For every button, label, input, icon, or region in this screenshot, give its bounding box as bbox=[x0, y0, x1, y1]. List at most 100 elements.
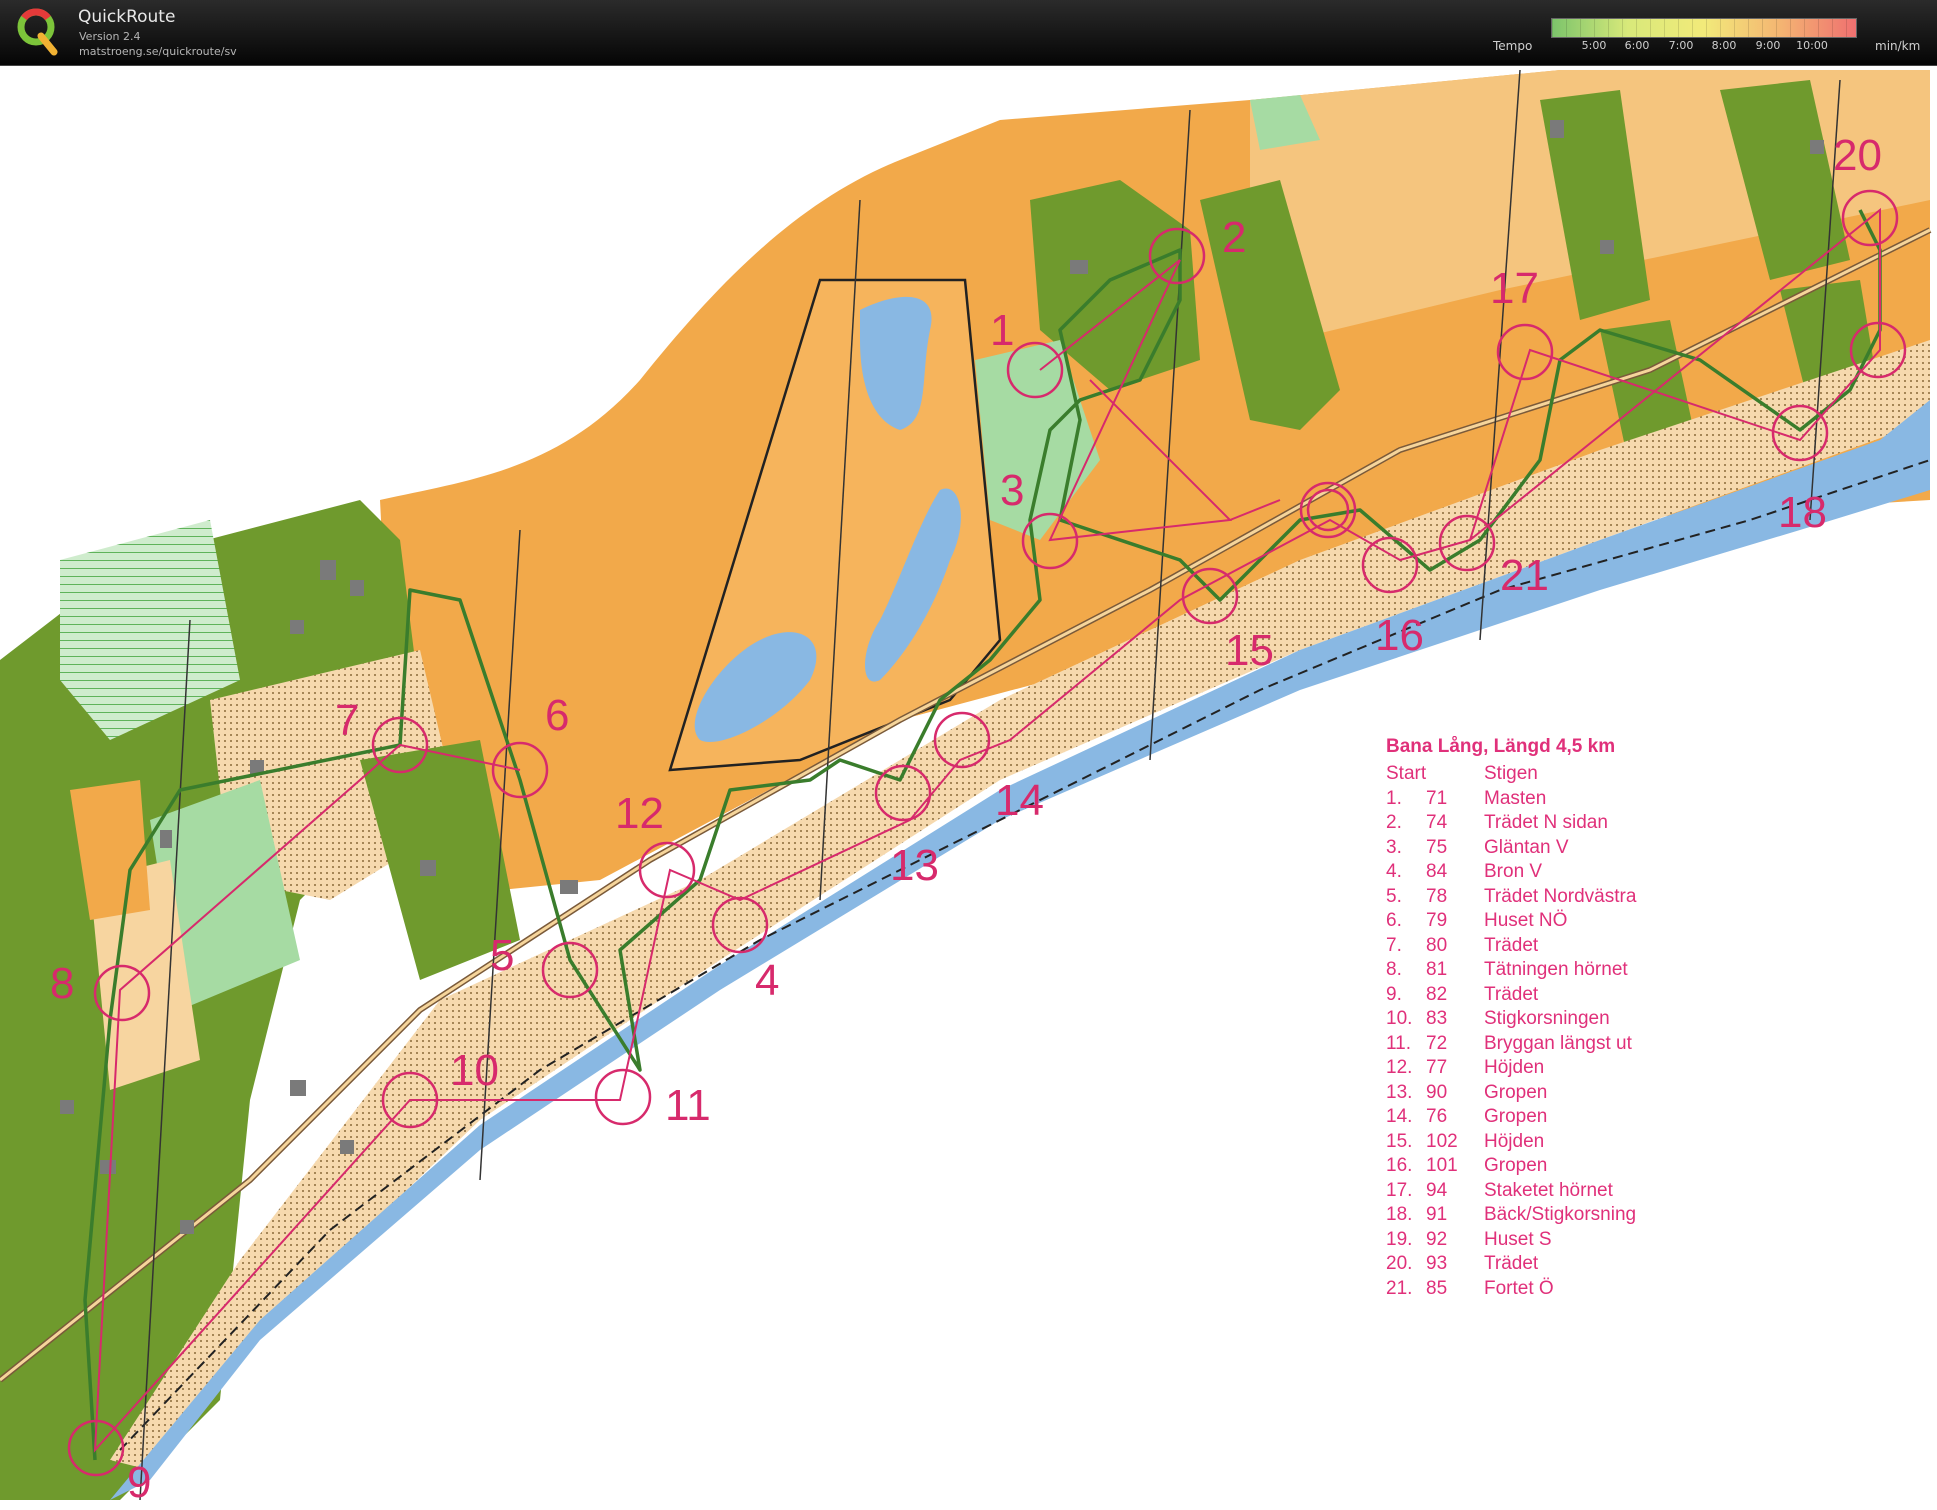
legend-row-name: Stigkorsningen bbox=[1484, 1008, 1610, 1029]
tempo-tick: 10:00 bbox=[1796, 39, 1828, 52]
legend-row-code: 102 bbox=[1426, 1130, 1458, 1152]
legend-row-name: Trädet bbox=[1484, 1253, 1539, 1274]
legend-row: 14. 76 Gropen bbox=[1386, 1105, 1806, 1130]
legend-row-number: 1. bbox=[1386, 787, 1402, 809]
legend-row-name: Fortet Ö bbox=[1484, 1277, 1554, 1297]
legend-row-number: 2. bbox=[1386, 812, 1402, 833]
legend-row: 8. 81 Tätningen hörnet bbox=[1386, 958, 1806, 983]
legend-row: 10. 83 Stigkorsningen bbox=[1386, 1007, 1806, 1032]
legend-row-number: 19. bbox=[1386, 1228, 1413, 1250]
legend-row: 3. 75 Gläntan V bbox=[1386, 836, 1806, 861]
tempo-tick: 7:00 bbox=[1668, 39, 1694, 52]
legend-row-name: Huset NÖ bbox=[1484, 910, 1568, 931]
legend-row: 16. 101 Gropen bbox=[1386, 1154, 1806, 1179]
app-header: QuickRoute Version 2.4 matstroeng.se/qui… bbox=[0, 0, 1937, 66]
legend-row-name: Gropen bbox=[1484, 1081, 1548, 1103]
control-number: 2 bbox=[1222, 213, 1246, 262]
legend-row-code: 77 bbox=[1426, 1057, 1448, 1078]
legend-row-name: Gläntan V bbox=[1484, 836, 1569, 858]
tempo-label: Tempo bbox=[1493, 39, 1533, 53]
legend-row-code: 91 bbox=[1426, 1204, 1448, 1225]
legend-row: 12. 77 Höjden bbox=[1386, 1056, 1806, 1081]
legend-row: 18. 91 Bäck/Stigkorsning bbox=[1386, 1203, 1806, 1228]
tempo-tick: 6:00 bbox=[1624, 39, 1650, 52]
legend-row-name: Trädet bbox=[1484, 934, 1539, 956]
legend-row-number: 14. bbox=[1386, 1106, 1413, 1127]
legend-row-code: 90 bbox=[1426, 1081, 1448, 1103]
legend-rows: 1. 71 Masten 2. 74 Trädet N sidan 3. 75 Gläntan … bbox=[1386, 787, 1806, 1297]
legend-row: 7. 80 Trädet bbox=[1386, 934, 1806, 959]
control-number: 14 bbox=[995, 776, 1044, 825]
legend-row-number: 13. bbox=[1386, 1081, 1413, 1103]
tempo-color-scale bbox=[1551, 18, 1857, 38]
legend-row-number: 10. bbox=[1386, 1008, 1413, 1029]
control-number: 8 bbox=[50, 959, 74, 1008]
legend-row-name: Gropen bbox=[1484, 1155, 1548, 1176]
tempo-tick: 9:00 bbox=[1755, 39, 1781, 52]
legend-start-name: Stigen bbox=[1484, 763, 1538, 784]
course-legend: Bana Lång, Längd 4,5 km Start Stigen 1. 7… bbox=[1386, 736, 1806, 1296]
legend-row-code: 72 bbox=[1426, 1032, 1448, 1054]
control-number: 18 bbox=[1778, 488, 1827, 537]
legend-row-code: 71 bbox=[1426, 787, 1448, 809]
control-number: 13 bbox=[890, 841, 939, 890]
legend-row-number: 6. bbox=[1386, 910, 1402, 931]
control-number: 21 bbox=[1500, 551, 1549, 600]
legend-row-name: Trädet Nordvästra bbox=[1484, 885, 1637, 907]
app-title: QuickRoute bbox=[78, 7, 176, 27]
legend-row-code: 93 bbox=[1426, 1253, 1448, 1274]
tempo-unit: min/km bbox=[1875, 39, 1921, 53]
legend-row-number: 3. bbox=[1386, 836, 1402, 858]
legend-row-name: Masten bbox=[1484, 787, 1547, 809]
legend-row: 9. 82 Trädet bbox=[1386, 983, 1806, 1008]
legend-row-code: 94 bbox=[1426, 1179, 1448, 1201]
legend-row-name: Bryggan längst ut bbox=[1484, 1032, 1632, 1054]
legend-row-code: 85 bbox=[1426, 1277, 1448, 1297]
legend-row: 17. 94 Staketet hörnet bbox=[1386, 1179, 1806, 1204]
legend-row-name: Höjden bbox=[1484, 1130, 1545, 1152]
tempo-tick: 8:00 bbox=[1711, 39, 1737, 52]
legend-row: 13. 90 Gropen bbox=[1386, 1081, 1806, 1106]
legend-row-code: 78 bbox=[1426, 885, 1448, 907]
legend-row: 21. 85 Fortet Ö bbox=[1386, 1277, 1806, 1297]
legend-row: 11. 72 Bryggan längst ut bbox=[1386, 1032, 1806, 1057]
legend-row-code: 75 bbox=[1426, 836, 1448, 858]
control-number: 20 bbox=[1833, 131, 1882, 180]
legend-row-number: 16. bbox=[1386, 1155, 1413, 1176]
control-number: 11 bbox=[665, 1081, 711, 1130]
legend-row-code: 74 bbox=[1426, 812, 1448, 833]
legend-row-name: Trädet bbox=[1484, 983, 1539, 1005]
legend-row-number: 17. bbox=[1386, 1179, 1413, 1201]
legend-row-code: 84 bbox=[1426, 861, 1448, 882]
legend-row-code: 82 bbox=[1426, 983, 1448, 1005]
legend-row-number: 7. bbox=[1386, 934, 1402, 956]
control-number: 9 bbox=[127, 1458, 151, 1507]
legend-row-name: Bron V bbox=[1484, 861, 1543, 882]
legend-row-number: 15. bbox=[1386, 1130, 1413, 1152]
legend-row-code: 101 bbox=[1426, 1155, 1458, 1176]
legend-row: 19. 92 Huset S bbox=[1386, 1228, 1806, 1253]
legend-row-name: Staketet hörnet bbox=[1484, 1179, 1613, 1201]
legend-row: 4. 84 Bron V bbox=[1386, 860, 1806, 885]
legend-row-number: 4. bbox=[1386, 861, 1402, 882]
legend-row-code: 79 bbox=[1426, 910, 1448, 931]
legend-row-code: 92 bbox=[1426, 1228, 1448, 1250]
control-number: 16 bbox=[1375, 611, 1424, 660]
legend-row: 6. 79 Huset NÖ bbox=[1386, 909, 1806, 934]
legend-row-name: Höjden bbox=[1484, 1057, 1545, 1078]
legend-row-name: Trädet N sidan bbox=[1484, 812, 1608, 833]
legend-row-code: 80 bbox=[1426, 934, 1448, 956]
app-version: Version 2.4 bbox=[79, 30, 141, 43]
legend-row-number: 18. bbox=[1386, 1204, 1413, 1225]
legend-row: 1. 71 Masten bbox=[1386, 787, 1806, 812]
legend-row: 5. 78 Trädet Nordvästra bbox=[1386, 885, 1806, 910]
legend-row-code: 76 bbox=[1426, 1106, 1448, 1127]
legend-row-number: 21. bbox=[1386, 1277, 1413, 1297]
quickroute-logo-icon bbox=[17, 8, 58, 56]
legend-row-code: 83 bbox=[1426, 1008, 1448, 1029]
legend-row: 20. 93 Trädet bbox=[1386, 1252, 1806, 1277]
legend-row: 15. 102 Höjden bbox=[1386, 1130, 1806, 1155]
control-number: 4 bbox=[755, 956, 779, 1005]
control-number: 5 bbox=[490, 931, 514, 980]
legend-row-number: 20. bbox=[1386, 1253, 1413, 1274]
